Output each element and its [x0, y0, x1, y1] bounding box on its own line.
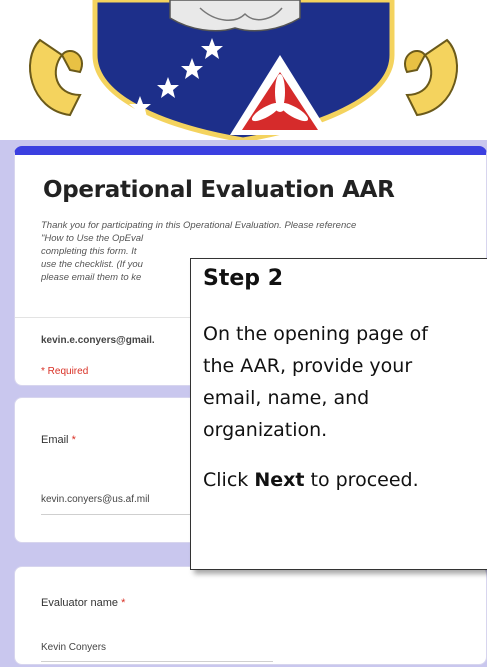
evaluator-name-label: Evaluator name * [41, 597, 126, 609]
required-note: * Required [41, 366, 89, 377]
step-callout: Step 2 On the opening page of the AAR, p… [190, 258, 487, 570]
description-line: Thank you for participating in this Oper… [41, 220, 357, 231]
callout-line: organization. [203, 419, 328, 441]
email-field[interactable]: kevin.conyers@us.af.mil [41, 494, 150, 505]
next-keyword: Next [254, 469, 305, 491]
description-line: completing this form. It [41, 246, 137, 257]
required-asterisk: * [121, 597, 126, 609]
account-email[interactable]: kevin.e.conyers@gmail. [41, 335, 155, 346]
callout-body: On the opening page of the AAR, provide … [203, 318, 487, 446]
evaluator-name-field[interactable]: Kevin Conyers [41, 642, 106, 653]
callout-next-instruction: Click Next to proceed. [203, 469, 419, 491]
description-line: "How to Use the OpEval [41, 233, 144, 244]
email-label: Email * [41, 434, 76, 446]
callout-line: the AAR, provide your [203, 355, 413, 377]
callout-line: email, name, and [203, 387, 370, 409]
form-title: Operational Evaluation AAR [43, 177, 395, 203]
question-evaluator-name-card: Evaluator name * Kevin Conyers [14, 566, 487, 665]
header-banner [0, 0, 487, 140]
evaluator-name-underline [41, 661, 273, 662]
required-asterisk: * [71, 434, 76, 446]
emblem-logo [29, 0, 458, 140]
callout-line: On the opening page of [203, 323, 428, 345]
callout-title: Step 2 [203, 266, 283, 291]
